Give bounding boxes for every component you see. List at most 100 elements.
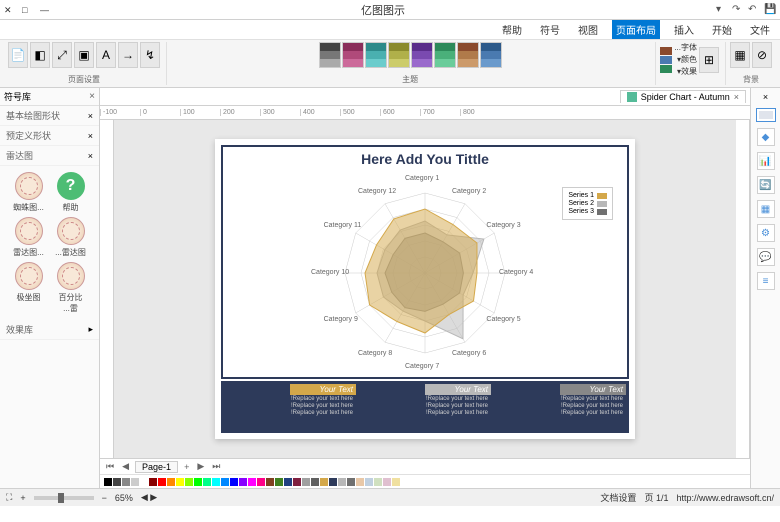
page-next-icon[interactable]: ▶ xyxy=(195,461,206,472)
color-swatch[interactable] xyxy=(329,478,337,486)
menu-tab[interactable]: 帮助 xyxy=(498,20,526,39)
rpanel-layer-icon[interactable]: ≡ xyxy=(757,272,775,290)
qat-dropdown-icon[interactable]: ▾ xyxy=(716,4,728,16)
color-swatch[interactable] xyxy=(320,478,328,486)
status-docset[interactable]: 文档设置 xyxy=(600,491,636,504)
pagesize-button[interactable]: 📄 xyxy=(8,42,28,68)
theme-swatch[interactable] xyxy=(480,42,502,68)
panel-close-icon[interactable]: × xyxy=(89,91,95,102)
color-swatch[interactable] xyxy=(185,478,193,486)
theme-swatch[interactable] xyxy=(388,42,410,68)
menu-tab[interactable]: 符号 xyxy=(536,20,564,39)
category-more[interactable]: ▸效果库 xyxy=(0,320,99,340)
auto-layout-button[interactable]: ⊞ xyxy=(699,47,719,73)
color-swatch[interactable] xyxy=(374,478,382,486)
color-swatch[interactable] xyxy=(230,478,238,486)
page-first-icon[interactable]: ⏮ xyxy=(104,461,116,472)
rpanel-data-icon[interactable]: ▦ xyxy=(757,200,775,218)
color-swatch[interactable] xyxy=(167,478,175,486)
chart-footer[interactable]: Your TextReplace your text here!Replace … xyxy=(221,381,629,433)
rpanel-type-icon[interactable]: 🔄 xyxy=(757,176,775,194)
menu-tab[interactable]: 插入 xyxy=(670,20,698,39)
shape-item[interactable]: ?帮助 xyxy=(52,172,90,213)
page-add-icon[interactable]: + xyxy=(182,462,191,472)
color-swatch[interactable] xyxy=(203,478,211,486)
color-swatch[interactable] xyxy=(239,478,247,486)
theme-gallery[interactable] xyxy=(319,42,502,68)
color-swatch[interactable] xyxy=(248,478,256,486)
rpanel-comment-icon[interactable]: 💬 xyxy=(757,248,775,266)
menu-tab[interactable]: 页面布局 xyxy=(612,20,660,39)
page-last-icon[interactable]: ⏭ xyxy=(210,461,222,472)
color-swatch[interactable] xyxy=(212,478,220,486)
radar-chart[interactable]: Category 1Category 2Category 3Category 4… xyxy=(325,173,525,373)
qat-redo-icon[interactable]: ↷ xyxy=(732,4,744,16)
rpanel-settings-icon[interactable]: ⚙ xyxy=(757,224,775,242)
color-swatch[interactable] xyxy=(122,478,130,486)
color-swatch[interactable] xyxy=(392,478,400,486)
shape-item[interactable]: 雷达图... xyxy=(52,217,90,258)
color-swatch[interactable] xyxy=(221,478,229,486)
orientation-button[interactable]: ◧ xyxy=(30,42,50,68)
window-close-icon[interactable]: ✕ xyxy=(4,5,14,15)
shape-item[interactable]: 极坐图 xyxy=(10,262,48,314)
category-radar[interactable]: ×雷达图 xyxy=(0,146,99,166)
margin-button[interactable]: ▣ xyxy=(74,42,94,68)
rpanel-shape-icon[interactable]: ◆ xyxy=(757,128,775,146)
text-button[interactable]: A xyxy=(96,42,116,68)
chart-sheet[interactable]: Here Add You Tittle Category 1Category 2… xyxy=(215,139,635,439)
menu-tab[interactable]: 文件 xyxy=(746,20,774,39)
chart-title[interactable]: Here Add You Tittle xyxy=(223,147,627,171)
color-swatch[interactable] xyxy=(338,478,346,486)
theme-swatch[interactable] xyxy=(434,42,456,68)
category-predefined[interactable]: ×预定义形状 xyxy=(0,126,99,146)
chart-legend[interactable]: Series 1Series 2Series 3 xyxy=(562,187,613,220)
color-swatch[interactable] xyxy=(347,478,355,486)
color-swatch[interactable] xyxy=(311,478,319,486)
connector-button[interactable]: ↯ xyxy=(140,42,160,68)
color-swatch[interactable] xyxy=(113,478,121,486)
color-swatch[interactable] xyxy=(104,478,112,486)
zoom-slider[interactable] xyxy=(34,496,94,500)
color-swatch[interactable] xyxy=(149,478,157,486)
window-max-icon[interactable]: □ xyxy=(22,5,32,15)
color-palette[interactable] xyxy=(100,474,750,488)
color-swatch[interactable] xyxy=(302,478,310,486)
arrow-button[interactable]: → xyxy=(118,42,138,68)
theme-swatch[interactable] xyxy=(365,42,387,68)
ribbon-effects[interactable]: 效果▾ xyxy=(674,66,697,77)
color-swatch[interactable] xyxy=(383,478,391,486)
no-bg-button[interactable]: ⊘ xyxy=(752,42,772,68)
ribbon-fonts[interactable]: 字体... xyxy=(674,42,697,53)
rpanel-chart-icon[interactable]: 📊 xyxy=(757,152,775,170)
status-zoom[interactable]: 65% xyxy=(115,493,133,503)
color-swatch[interactable] xyxy=(131,478,139,486)
color-swatch[interactable] xyxy=(284,478,292,486)
right-panel-close[interactable]: × xyxy=(763,92,768,102)
qat-undo-icon[interactable]: ↶ xyxy=(748,4,760,16)
color-swatch[interactable] xyxy=(158,478,166,486)
menu-tab[interactable]: 开始 xyxy=(708,20,736,39)
page-tab[interactable]: Page-1 xyxy=(135,461,178,473)
category-basic[interactable]: ×基本绘图形状 xyxy=(0,106,99,126)
status-link[interactable]: http://www.edrawsoft.cn/ xyxy=(676,493,774,503)
tab-close-icon[interactable]: × xyxy=(734,92,739,102)
qat-save-icon[interactable]: 💾 xyxy=(764,4,776,16)
page-bg-button[interactable]: ▦ xyxy=(730,42,750,68)
menu-tab[interactable]: 视图 xyxy=(574,20,602,39)
status-zoomin-icon[interactable]: + xyxy=(20,493,25,503)
page-thumbnail[interactable] xyxy=(756,108,776,122)
color-swatch[interactable] xyxy=(176,478,184,486)
color-swatch[interactable] xyxy=(257,478,265,486)
color-swatch[interactable] xyxy=(194,478,202,486)
color-swatch[interactable] xyxy=(266,478,274,486)
shape-item[interactable]: ...蜘蛛图 xyxy=(10,172,48,213)
window-min-icon[interactable]: — xyxy=(40,5,50,15)
page-prev-icon[interactable]: ◀ xyxy=(120,461,131,472)
theme-swatch[interactable] xyxy=(457,42,479,68)
color-swatch[interactable] xyxy=(365,478,373,486)
fit-button[interactable]: ⤢ xyxy=(52,42,72,68)
theme-swatch[interactable] xyxy=(319,42,341,68)
color-swatch[interactable] xyxy=(140,478,148,486)
theme-swatch[interactable] xyxy=(411,42,433,68)
